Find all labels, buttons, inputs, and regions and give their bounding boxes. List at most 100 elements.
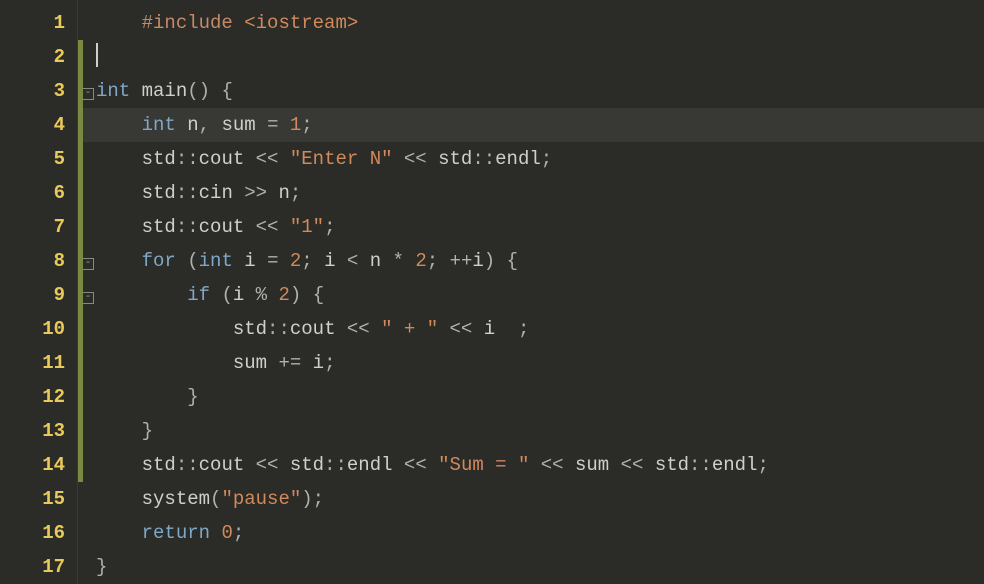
- line-number: 15: [0, 482, 77, 516]
- code-line[interactable]: std::cout << std::endl << "Sum = " << su…: [78, 448, 984, 482]
- token-member: endl: [712, 454, 758, 476]
- code-line[interactable]: - for (int i = 2; i < n * 2; ++i) {: [78, 244, 984, 278]
- token-op: <<: [256, 216, 279, 238]
- token-type: int: [96, 80, 130, 102]
- code-line[interactable]: int n, sum = 1;: [78, 108, 984, 142]
- token-default: [427, 454, 438, 476]
- change-marker: [78, 380, 83, 414]
- code-line[interactable]: }: [78, 550, 984, 584]
- change-marker: [78, 74, 83, 108]
- token-default: [210, 522, 221, 544]
- line-number: 1: [0, 6, 77, 40]
- token-keyword: return: [142, 522, 210, 544]
- line-number: 8: [0, 244, 77, 278]
- code-line[interactable]: std::cout << "Enter N" << std::endl;: [78, 142, 984, 176]
- code-line[interactable]: system("pause");: [78, 482, 984, 516]
- token-punc: {: [221, 80, 232, 102]
- token-str: "pause": [221, 488, 301, 510]
- token-default: [278, 250, 289, 272]
- token-op: <<: [450, 318, 473, 340]
- code-line[interactable]: #include <iostream>: [78, 6, 984, 40]
- token-ident: std: [438, 148, 472, 170]
- token-member: cout: [290, 318, 336, 340]
- line-number: 3: [0, 74, 77, 108]
- code-line[interactable]: [78, 40, 984, 74]
- line-number: 13: [0, 414, 77, 448]
- code-line[interactable]: -int main() {: [78, 74, 984, 108]
- token-ident: std: [142, 148, 176, 170]
- token-punc: {: [507, 250, 518, 272]
- token-punc: ,: [199, 114, 210, 136]
- fold-toggle-icon[interactable]: -: [82, 292, 94, 304]
- token-punc: ;: [518, 318, 529, 340]
- token-punc: ::: [267, 318, 290, 340]
- code-line[interactable]: }: [78, 414, 984, 448]
- token-keyword: for: [142, 250, 176, 272]
- token-default: [210, 80, 221, 102]
- token-default: [267, 284, 278, 306]
- token-punc: ;: [233, 522, 244, 544]
- token-type: int: [142, 114, 176, 136]
- token-str: " + ": [381, 318, 438, 340]
- token-default: [393, 148, 404, 170]
- token-ident: std: [142, 216, 176, 238]
- token-op: %: [256, 284, 267, 306]
- token-incname: <iostream>: [244, 12, 358, 34]
- code-line[interactable]: std::cin >> n;: [78, 176, 984, 210]
- token-default: i: [472, 318, 518, 340]
- token-default: i: [313, 250, 347, 272]
- fold-toggle-icon[interactable]: -: [82, 258, 94, 270]
- code-line[interactable]: std::cout << " + " << i ;: [78, 312, 984, 346]
- indent: [96, 488, 142, 510]
- token-punc: ;: [313, 488, 324, 510]
- token-default: i: [301, 352, 324, 374]
- token-member: cout: [199, 216, 245, 238]
- token-punc: ): [290, 284, 301, 306]
- code-line[interactable]: return 0;: [78, 516, 984, 550]
- code-line[interactable]: sum += i;: [78, 346, 984, 380]
- token-punc: ;: [757, 454, 768, 476]
- token-default: [393, 454, 404, 476]
- line-number: 4: [0, 108, 77, 142]
- token-default: n: [358, 250, 392, 272]
- code-line[interactable]: - if (i % 2) {: [78, 278, 984, 312]
- token-punc: (): [187, 80, 210, 102]
- token-op: <<: [621, 454, 644, 476]
- line-number: 6: [0, 176, 77, 210]
- token-op: <<: [347, 318, 370, 340]
- fold-toggle-icon[interactable]: -: [82, 88, 94, 100]
- code-line[interactable]: std::cout << "1";: [78, 210, 984, 244]
- token-op: >>: [244, 182, 267, 204]
- change-marker: [78, 244, 83, 278]
- code-line[interactable]: }: [78, 380, 984, 414]
- token-member: endl: [347, 454, 393, 476]
- token-default: n: [267, 182, 290, 204]
- token-op: <<: [256, 148, 279, 170]
- indent: [96, 182, 142, 204]
- token-preproc: #include: [142, 12, 245, 34]
- token-punc: ;: [324, 216, 335, 238]
- token-punc: ;: [324, 352, 335, 374]
- code-editor: 1234567891011121314151617 #include <iost…: [0, 0, 984, 584]
- indent: [96, 420, 142, 442]
- token-ident: std: [290, 454, 324, 476]
- line-number: 9: [0, 278, 77, 312]
- change-marker: [78, 176, 83, 210]
- line-number: 10: [0, 312, 77, 346]
- token-punc: }: [96, 556, 107, 578]
- change-marker: [78, 40, 83, 74]
- token-punc: ;: [301, 114, 312, 136]
- line-number: 2: [0, 40, 77, 74]
- token-default: [335, 318, 346, 340]
- token-punc: {: [313, 284, 324, 306]
- line-number: 17: [0, 550, 77, 584]
- token-default: [427, 148, 438, 170]
- indent: [96, 386, 187, 408]
- token-punc: (: [221, 284, 232, 306]
- token-default: [301, 284, 312, 306]
- token-default: [643, 454, 654, 476]
- indent: [96, 318, 233, 340]
- code-area[interactable]: #include <iostream> -int main() { int n, …: [78, 0, 984, 584]
- token-keyword: if: [187, 284, 210, 306]
- token-default: [130, 80, 141, 102]
